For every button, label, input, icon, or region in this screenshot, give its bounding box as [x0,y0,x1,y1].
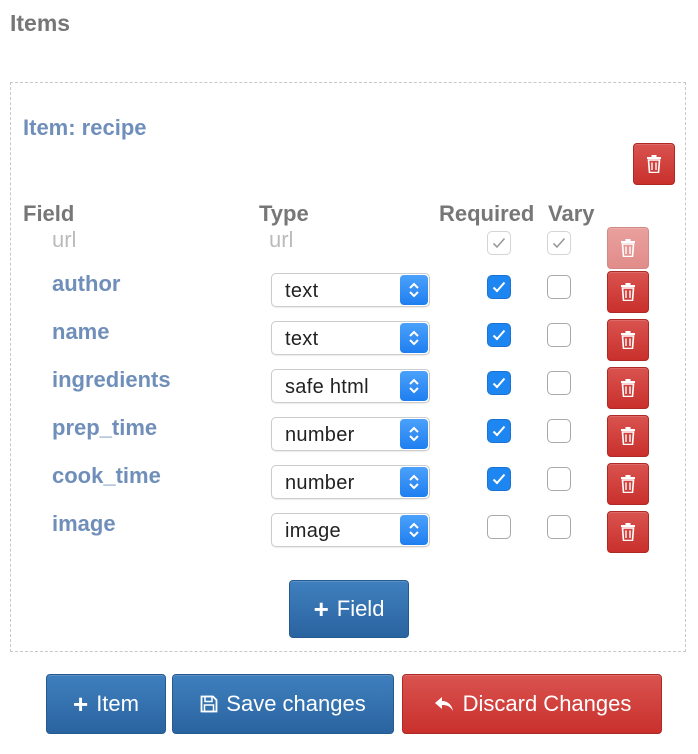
trash-icon [621,283,635,301]
field-type-value: image [285,520,341,542]
vary-checkbox[interactable] [547,371,571,395]
add-field-button[interactable]: + Field [289,580,409,638]
vary-checkbox[interactable] [547,515,571,539]
header-vary: Vary [548,201,595,226]
field-type-value: number [285,424,355,446]
check-icon [492,377,506,389]
field-row-url: url url [11,227,685,275]
check-icon [492,425,506,437]
field-type-select[interactable]: text [271,273,430,307]
field-name: url [52,227,77,252]
delete-field-button [607,227,649,269]
discard-changes-button[interactable]: Discard Changes [402,674,662,734]
field-name: ingredients [52,367,171,392]
save-changes-button[interactable]: Save changes [172,674,394,734]
field-type-value: text [285,328,319,350]
delete-field-button[interactable] [607,271,649,313]
check-icon [492,329,506,341]
field-type-select[interactable]: number [271,417,430,451]
field-type-select[interactable]: number [271,465,430,499]
field-name: author [52,271,121,296]
field-type-value: safe html [285,376,369,398]
required-checkbox[interactable] [487,275,511,299]
delete-item-button[interactable] [633,143,675,185]
field-type-value: text [285,280,319,302]
header-required: Required [439,201,535,226]
field-type-select[interactable]: image [271,513,430,547]
trash-icon [621,379,635,397]
field-row: name text [11,319,685,367]
vary-checkbox[interactable] [547,275,571,299]
floppy-disk-icon [200,695,218,713]
required-checkbox [487,231,511,255]
field-name: image [52,511,116,536]
trash-icon [621,427,635,445]
field-row: ingredients safe html [11,367,685,415]
delete-field-button[interactable] [607,319,649,361]
page-title: Items [10,10,71,36]
trash-icon [621,523,635,541]
required-checkbox[interactable] [487,467,511,491]
delete-field-button[interactable] [607,511,649,553]
chevron-updown-icon [400,419,428,449]
field-row: image image [11,511,685,559]
field-name: prep_time [52,415,158,440]
field-name: cook_time [52,463,161,488]
check-icon [492,281,506,293]
check-icon [552,237,566,249]
required-checkbox[interactable] [487,323,511,347]
delete-field-button[interactable] [607,415,649,457]
required-checkbox[interactable] [487,419,511,443]
add-item-button[interactable]: + Item [46,674,166,734]
check-icon [492,237,506,249]
chevron-updown-icon [400,371,428,401]
item-title: Item: recipe [23,115,147,140]
field-type-select[interactable]: text [271,321,430,355]
header-type: Type [259,201,309,226]
field-name: name [52,319,110,344]
check-icon [492,473,506,485]
discard-changes-label: Discard Changes [462,691,632,716]
delete-field-button[interactable] [607,463,649,505]
chevron-updown-icon [400,515,428,545]
field-type-select[interactable]: safe html [271,369,430,403]
header-field: Field [23,201,75,226]
required-checkbox[interactable] [487,371,511,395]
chevron-updown-icon [400,323,428,353]
item-panel: Item: recipe Field Type Required Vary ur… [10,82,686,652]
vary-checkbox[interactable] [547,467,571,491]
vary-checkbox [547,231,571,255]
trash-icon [621,239,635,257]
field-type-static: url [269,227,294,252]
plus-icon: + [73,689,89,719]
field-row: cook_time number [11,463,685,511]
required-checkbox[interactable] [487,515,511,539]
field-row: author text [11,271,685,319]
chevron-updown-icon [400,275,428,305]
add-field-label: Field [336,596,385,621]
field-type-value: number [285,472,355,494]
trash-icon [647,155,661,173]
plus-icon: + [313,594,329,624]
save-changes-label: Save changes [226,691,366,716]
delete-field-button[interactable] [607,367,649,409]
trash-icon [621,331,635,349]
chevron-updown-icon [400,467,428,497]
undo-arrow-icon [434,697,453,711]
vary-checkbox[interactable] [547,323,571,347]
vary-checkbox[interactable] [547,419,571,443]
add-item-label: Item [96,691,139,716]
trash-icon [621,475,635,493]
field-row: prep_time number [11,415,685,463]
